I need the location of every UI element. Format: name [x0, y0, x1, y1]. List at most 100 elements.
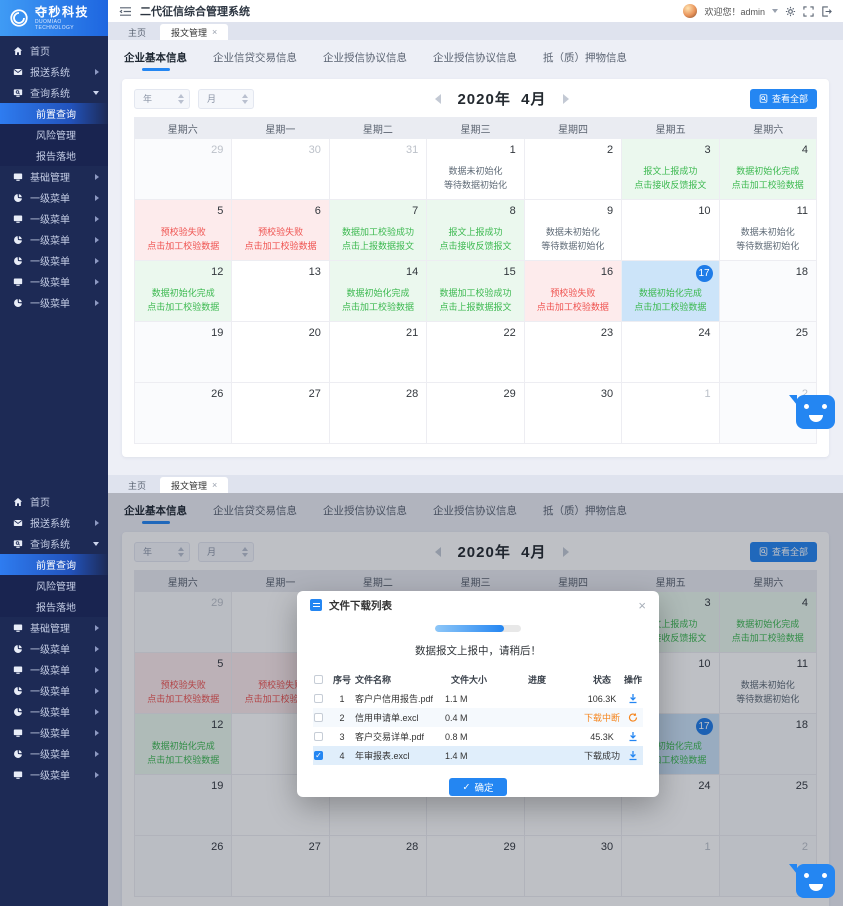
- sidebar-item[interactable]: 风险管理: [0, 575, 108, 596]
- calendar-day-cell[interactable]: 8报文上报成功点击接收反馈报文: [427, 200, 524, 261]
- calendar-day-cell[interactable]: 10: [622, 200, 719, 261]
- close-tab-icon[interactable]: ×: [212, 27, 217, 37]
- calendar-day-cell[interactable]: 1数据未初始化等待数据初始化: [427, 139, 524, 200]
- prev-month-icon[interactable]: [435, 94, 441, 104]
- gear-icon[interactable]: [785, 6, 796, 17]
- month-select[interactable]: 月: [198, 89, 254, 109]
- sidebar-item-active[interactable]: 前置查询: [0, 103, 108, 124]
- stepper-icon[interactable]: [242, 94, 248, 104]
- row-checkbox[interactable]: [314, 713, 323, 722]
- calendar-day-cell[interactable]: 27: [232, 383, 329, 444]
- calendar-day-cell[interactable]: 7数据加工校验成功点击上报数据报文: [330, 200, 427, 261]
- file-row[interactable]: 3客户交易详单.pdf0.8 M45.3K: [313, 727, 643, 746]
- sidebar-item[interactable]: 查询系统: [0, 82, 108, 103]
- sidebar-item[interactable]: 一级菜单: [0, 743, 108, 764]
- sidebar-item[interactable]: 一级菜单: [0, 271, 108, 292]
- file-row[interactable]: 2信用申请单.excl0.4 M下载中断: [313, 708, 643, 727]
- sidebar-item[interactable]: 风险管理: [0, 124, 108, 145]
- calendar-day-cell[interactable]: 1: [622, 383, 719, 444]
- sidebar-item[interactable]: 一级菜单: [0, 229, 108, 250]
- calendar-day-cell[interactable]: 19: [135, 322, 232, 383]
- sidebar-item[interactable]: 基础管理: [0, 166, 108, 187]
- calendar-day-cell[interactable]: 23: [525, 322, 622, 383]
- next-month-icon[interactable]: [563, 94, 569, 104]
- calendar-day-cell[interactable]: 11数据未初始化等待数据初始化: [720, 200, 817, 261]
- calendar-day-cell[interactable]: 29: [427, 383, 524, 444]
- calendar-day-cell[interactable]: 17数据初始化完成点击加工校验数据: [622, 261, 719, 322]
- chat-widget[interactable]: [796, 864, 835, 898]
- sidebar-item[interactable]: 一级菜单: [0, 659, 108, 680]
- sidebar-item[interactable]: 一级菜单: [0, 638, 108, 659]
- row-checkbox[interactable]: [314, 732, 323, 741]
- chevron-down-icon[interactable]: [772, 9, 778, 13]
- calendar-day-cell[interactable]: 4数据初始化完成点击加工校验数据: [720, 139, 817, 200]
- section-tab[interactable]: 企业授信协议信息: [433, 50, 517, 71]
- calendar-day-cell[interactable]: 20: [232, 322, 329, 383]
- sidebar-item[interactable]: 一级菜单: [0, 722, 108, 743]
- collapse-menu-icon[interactable]: [119, 6, 132, 17]
- sidebar-item[interactable]: 一级菜单: [0, 680, 108, 701]
- file-row[interactable]: 1客户户信用报告.pdf1.1 M106.3K: [313, 689, 643, 708]
- sidebar-item[interactable]: 一级菜单: [0, 187, 108, 208]
- download-icon[interactable]: [623, 750, 643, 761]
- section-tab[interactable]: 企业基本信息: [124, 50, 187, 71]
- logout-icon[interactable]: [821, 6, 832, 17]
- select-all-checkbox[interactable]: [314, 675, 323, 684]
- sidebar-item[interactable]: 首页: [0, 40, 108, 61]
- calendar-day-cell[interactable]: 9数据未初始化等待数据初始化: [525, 200, 622, 261]
- year-select[interactable]: 年: [134, 89, 190, 109]
- welcome-text[interactable]: 欢迎您！admin: [704, 5, 765, 18]
- sidebar-item[interactable]: 报告落地: [0, 145, 108, 166]
- sidebar-item[interactable]: 一级菜单: [0, 292, 108, 313]
- sidebar-item[interactable]: 一级菜单: [0, 764, 108, 785]
- avatar[interactable]: [683, 4, 697, 18]
- view-all-button[interactable]: 查看全部: [750, 89, 817, 109]
- document-tab[interactable]: 主页: [117, 477, 157, 493]
- chat-widget[interactable]: [796, 395, 835, 429]
- sidebar-item[interactable]: 首页: [0, 491, 108, 512]
- calendar-day-cell[interactable]: 25: [720, 322, 817, 383]
- sidebar-item-active[interactable]: 前置查询: [0, 554, 108, 575]
- calendar-day-cell[interactable]: 28: [330, 383, 427, 444]
- sidebar-item[interactable]: 报送系统: [0, 61, 108, 82]
- calendar-day-cell[interactable]: 21: [330, 322, 427, 383]
- calendar-day-cell[interactable]: 6预校验失败点击加工校验数据: [232, 200, 329, 261]
- download-icon[interactable]: [623, 693, 643, 704]
- calendar-day-cell[interactable]: 18: [720, 261, 817, 322]
- calendar-day-cell[interactable]: 29: [135, 139, 232, 200]
- close-icon[interactable]: ×: [638, 599, 646, 612]
- stepper-icon[interactable]: [178, 94, 184, 104]
- calendar-day-cell[interactable]: 3报文上报成功点击接收反馈报文: [622, 139, 719, 200]
- calendar-day-cell[interactable]: 14数据初始化完成点击加工校验数据: [330, 261, 427, 322]
- calendar-day-cell[interactable]: 31: [330, 139, 427, 200]
- calendar-day-cell[interactable]: 26: [135, 383, 232, 444]
- close-tab-icon[interactable]: ×: [212, 480, 217, 490]
- calendar-day-cell[interactable]: 16预校验失败点击加工校验数据: [525, 261, 622, 322]
- calendar-day-cell[interactable]: 12数据初始化完成点击加工校验数据: [135, 261, 232, 322]
- section-tab[interactable]: 企业信贷交易信息: [213, 50, 297, 71]
- confirm-button[interactable]: ✓ 确定: [449, 778, 507, 796]
- document-tab[interactable]: 主页: [117, 24, 157, 40]
- refresh-icon[interactable]: [623, 712, 643, 723]
- calendar-day-cell[interactable]: 30: [525, 383, 622, 444]
- calendar-day-cell[interactable]: 30: [232, 139, 329, 200]
- row-checkbox[interactable]: ✓: [314, 751, 323, 760]
- document-tab[interactable]: 报文管理×: [160, 477, 228, 493]
- calendar-day-cell[interactable]: 13: [232, 261, 329, 322]
- file-row[interactable]: ✓4年审报表.excl1.4 M下载成功: [313, 746, 643, 765]
- sidebar-item[interactable]: 一级菜单: [0, 208, 108, 229]
- sidebar-item[interactable]: 报送系统: [0, 512, 108, 533]
- calendar-day-cell[interactable]: 24: [622, 322, 719, 383]
- fullscreen-icon[interactable]: [803, 6, 814, 17]
- sidebar-item[interactable]: 查询系统: [0, 533, 108, 554]
- sidebar-item[interactable]: 一级菜单: [0, 701, 108, 722]
- section-tab[interactable]: 企业授信协议信息: [323, 50, 407, 71]
- sidebar-item[interactable]: 报告落地: [0, 596, 108, 617]
- download-icon[interactable]: [623, 731, 643, 742]
- calendar-day-cell[interactable]: 15数据加工校验成功点击上报数据报文: [427, 261, 524, 322]
- calendar-day-cell[interactable]: 22: [427, 322, 524, 383]
- sidebar-item[interactable]: 一级菜单: [0, 250, 108, 271]
- calendar-day-cell[interactable]: 2: [525, 139, 622, 200]
- calendar-day-cell[interactable]: 5预校验失败点击加工校验数据: [135, 200, 232, 261]
- document-tab[interactable]: 报文管理×: [160, 24, 228, 40]
